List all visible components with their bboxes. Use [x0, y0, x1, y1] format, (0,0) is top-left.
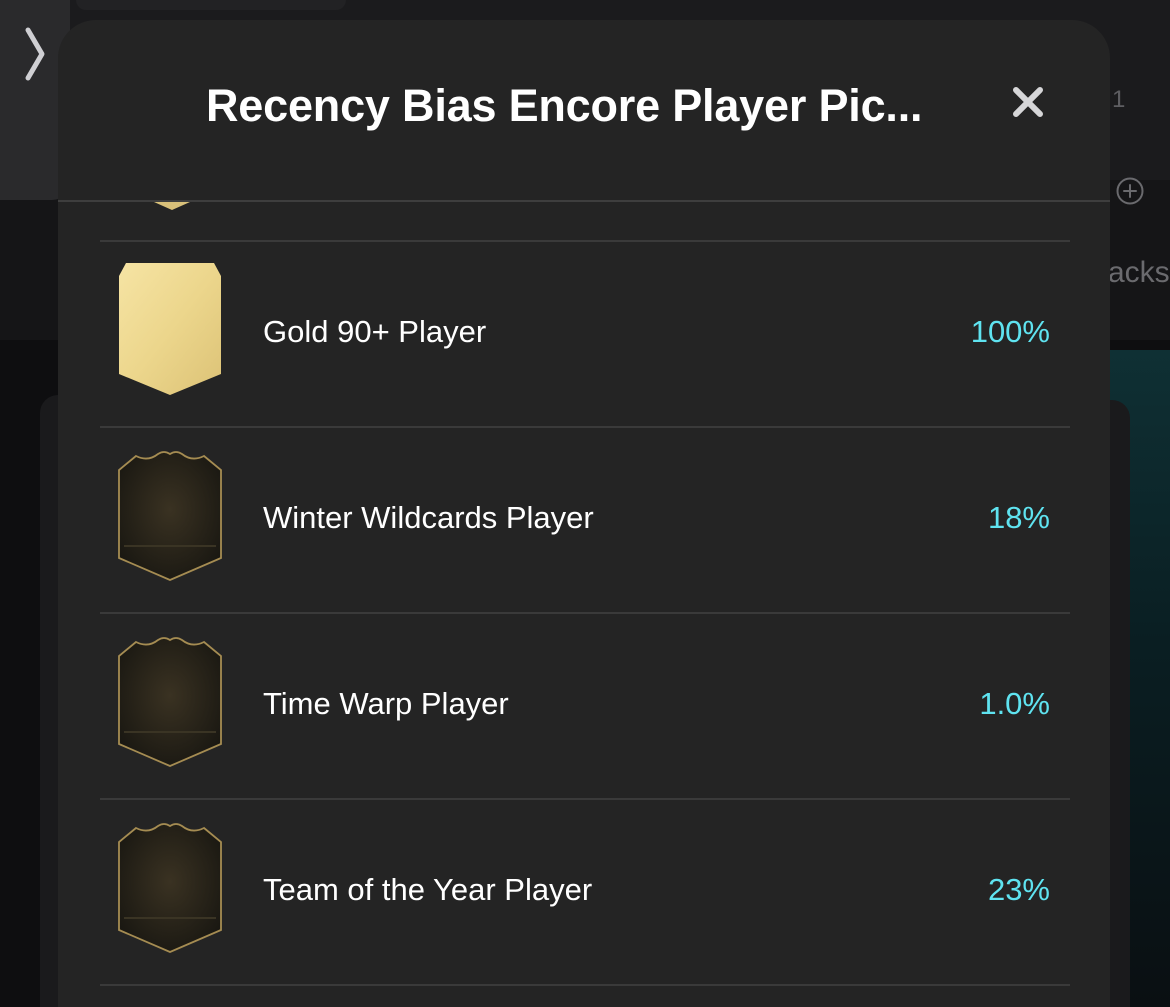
background-title-fragment — [76, 0, 346, 10]
pick-odds-list: Gold 90+ Player 100% Winter Wildcards Pl… — [100, 240, 1070, 986]
add-icon — [1116, 177, 1144, 205]
header-divider — [58, 200, 1110, 202]
list-divider — [100, 984, 1070, 986]
item-percentage: 1.0% — [979, 686, 1050, 721]
item-percentage: 100% — [970, 314, 1050, 349]
special-card-icon — [118, 451, 222, 581]
chevron-right-icon — [25, 27, 45, 81]
list-item: Gold 90+ Player 100% — [100, 240, 1070, 426]
card-icon — [154, 202, 190, 210]
list-item: Winter Wildcards Player 18% — [100, 426, 1070, 612]
pick-odds-modal: Recency Bias Encore Player Pic... Gold 9… — [58, 20, 1110, 1007]
close-icon — [1013, 87, 1043, 117]
background-count: 1 — [1112, 86, 1126, 113]
special-card-icon — [118, 823, 222, 953]
gold-card-icon — [119, 263, 221, 395]
item-label: Time Warp Player — [263, 686, 509, 721]
modal-title: Recency Bias Encore Player Pic... — [206, 80, 923, 131]
item-percentage: 23% — [987, 872, 1050, 907]
special-card-icon — [118, 637, 222, 767]
item-label: Gold 90+ Player — [263, 314, 487, 349]
item-label: Team of the Year Player — [263, 872, 593, 907]
app-screen: 1 acks Recency Bias Encore Player Pic... — [0, 0, 1170, 1007]
item-percentage: 18% — [987, 500, 1050, 535]
list-item: Time Warp Player 1.0% — [100, 612, 1070, 798]
close-button[interactable] — [1006, 80, 1050, 124]
background-packs-label: acks — [1108, 256, 1170, 289]
item-label: Winter Wildcards Player — [263, 500, 594, 535]
list-item: Team of the Year Player 23% — [100, 798, 1070, 984]
